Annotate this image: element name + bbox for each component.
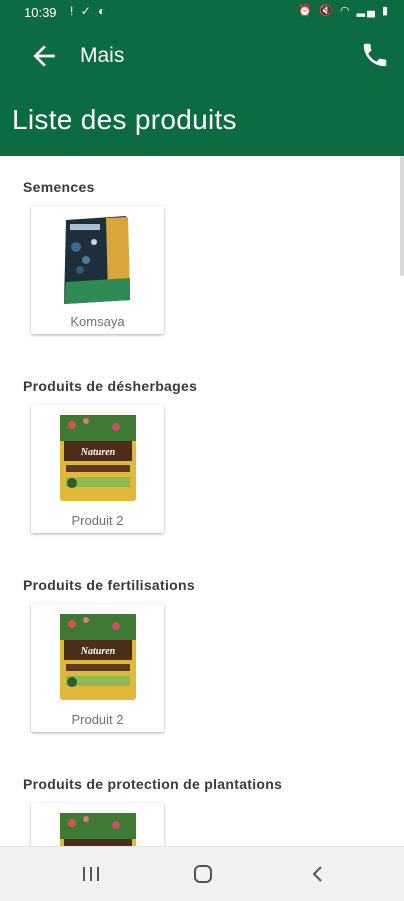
scroll-indicator: [400, 156, 404, 276]
home-icon[interactable]: [193, 864, 213, 884]
call-button[interactable]: [360, 40, 392, 72]
naturen-bag-image: [60, 813, 136, 846]
product-list[interactable]: Semences Komsaya Produits de désherbages…: [0, 156, 404, 846]
naturen-bag-image: Naturen: [60, 415, 136, 501]
battery-icon: ▮: [381, 5, 390, 17]
status-left-icons: ! ✓ ◐: [70, 4, 107, 18]
page-title: Liste des produits: [12, 104, 237, 135]
section-title-desherbages: Produits de désherbages: [23, 378, 198, 394]
product-name: Komsaya: [70, 314, 125, 329]
check-icon: ✓: [80, 4, 93, 18]
product-card[interactable]: Naturen Produit 2: [31, 604, 164, 732]
data-saver-icon: ◐: [98, 4, 108, 18]
section-title-protection: Produits de protection de plantations: [23, 776, 283, 792]
product-name: Produit 2: [71, 513, 124, 528]
phone-icon: [363, 43, 387, 67]
status-time: 10:39: [24, 5, 57, 20]
status-bar: 10:39 ! ✓ ◐ ⏰ 🔇 ◠ ▂▄ ▮: [0, 0, 404, 26]
wifi-icon: ◠: [339, 5, 352, 17]
section-title-fertilisations: Produits de fertilisations: [23, 577, 195, 593]
notification-icon: !: [70, 4, 76, 18]
recents-icon[interactable]: [81, 865, 101, 883]
arrow-left-icon: [33, 45, 55, 67]
naturen-bag-image: Naturen: [60, 614, 136, 700]
toolbar-title: Mais: [80, 44, 125, 67]
back-button[interactable]: [28, 40, 60, 72]
svg-text:Naturen: Naturen: [80, 447, 116, 458]
signal-icon: ▂▄: [356, 5, 377, 17]
product-card[interactable]: Komsaya: [31, 206, 164, 334]
back-icon[interactable]: [310, 864, 326, 884]
svg-text:Naturen: Naturen: [80, 646, 116, 657]
mute-icon: 🔇: [319, 5, 335, 17]
seed-bag-image: [64, 216, 130, 304]
section-title-semences: Semences: [23, 179, 95, 195]
alarm-icon: ⏰: [298, 5, 315, 17]
status-right-icons: ⏰ 🔇 ◠ ▂▄ ▮: [298, 4, 390, 17]
product-name: Produit 2: [71, 712, 124, 727]
system-nav-bar: [0, 846, 404, 901]
app-bar: Mais Liste des produits: [0, 26, 404, 156]
product-card[interactable]: [31, 803, 164, 846]
product-card[interactable]: Naturen Produit 2: [31, 405, 164, 533]
